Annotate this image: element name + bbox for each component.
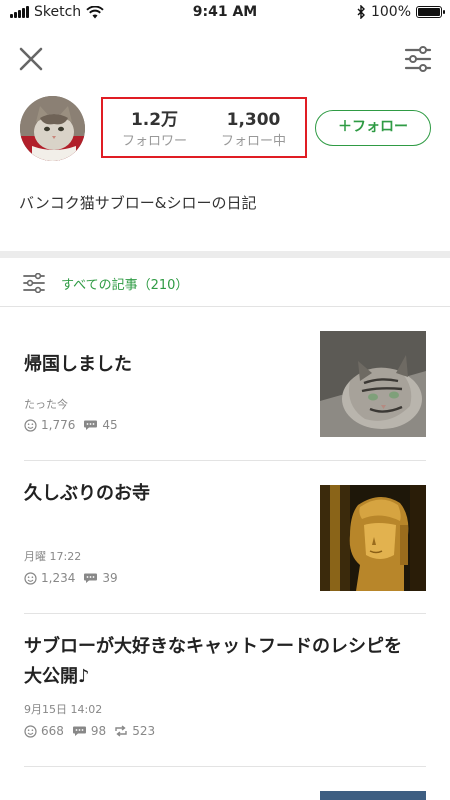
followers-count: 1.2万 bbox=[130, 110, 179, 130]
profile-bio: バンコク猫サブロー&シローの日記 bbox=[19, 194, 257, 212]
like-count: 1,776 bbox=[41, 418, 76, 432]
article-item[interactable]: サブローが大好きなキャットフードのレシピを 大公開♪ 9月15日 14:02 6… bbox=[0, 614, 450, 766]
status-bar: Sketch 9:41 AM 100% bbox=[0, 0, 450, 26]
like-icon bbox=[24, 571, 37, 585]
cat-avatar-image bbox=[20, 96, 85, 161]
article-date: たった今 bbox=[24, 398, 68, 411]
like-icon bbox=[24, 724, 37, 738]
article-thumbnail bbox=[320, 485, 426, 591]
comment-icon bbox=[84, 573, 98, 583]
article-meta: 1,776 45 bbox=[24, 418, 118, 432]
close-icon bbox=[19, 47, 43, 71]
like-count: 1,234 bbox=[41, 571, 76, 585]
battery-percent: 100% bbox=[370, 4, 411, 20]
following-label: フォロー中 bbox=[220, 134, 286, 149]
repost-count: 523 bbox=[132, 724, 156, 738]
comment-count: 39 bbox=[102, 571, 118, 585]
comment-count: 98 bbox=[90, 724, 107, 738]
close-button[interactable] bbox=[18, 46, 44, 72]
sliders-icon bbox=[404, 46, 432, 72]
follow-stats-box: 1.2万 フォロワー 1,300 フォロー中 bbox=[101, 97, 307, 158]
article-item[interactable]: 帰国しました たった今 1,776 45 bbox=[0, 307, 450, 460]
battery-icon bbox=[416, 6, 445, 18]
follow-button[interactable]: ＋フォロー bbox=[315, 110, 431, 146]
article-date: 月曜 17:22 bbox=[24, 550, 82, 563]
article-title-line1: サブローが大好きなキャットフードのレシピを bbox=[24, 636, 402, 657]
comment-icon bbox=[84, 420, 98, 430]
article-title: サブローが大好きなキャットフードのレシピを 大公開♪ bbox=[24, 632, 434, 692]
article-date: 9月15日 14:02 bbox=[24, 703, 103, 716]
article-title-line2: 大公開♪ bbox=[24, 666, 90, 687]
bluetooth-icon bbox=[357, 5, 365, 19]
comment-count: 45 bbox=[102, 418, 118, 432]
next-article-thumbnail bbox=[320, 791, 426, 800]
followers-label: フォロワー bbox=[121, 134, 187, 149]
following-stat[interactable]: 1,300 フォロー中 bbox=[206, 109, 301, 151]
article-meta: 668 98 523 bbox=[24, 724, 155, 738]
followers-stat[interactable]: 1.2万 フォロワー bbox=[107, 109, 202, 151]
section-separator bbox=[0, 251, 450, 258]
following-count: 1,300 bbox=[226, 110, 281, 130]
comment-icon bbox=[72, 726, 86, 736]
article-filter-row[interactable]: すべての記事（210） bbox=[0, 258, 450, 307]
article-item[interactable]: 久しぶりのお寺 月曜 17:22 1,234 39 bbox=[0, 461, 450, 613]
filter-icon bbox=[23, 273, 45, 293]
filter-label: すべての記事（210） bbox=[61, 278, 189, 293]
cat-photo bbox=[320, 331, 426, 437]
repost-icon bbox=[115, 725, 127, 737]
article-divider bbox=[24, 766, 426, 767]
menu-button[interactable] bbox=[404, 46, 432, 72]
status-bar-right: 100% bbox=[357, 4, 445, 20]
like-icon bbox=[24, 418, 37, 432]
article-thumbnail bbox=[320, 331, 426, 437]
avatar[interactable] bbox=[20, 96, 85, 161]
buddha-photo bbox=[320, 485, 426, 591]
article-meta: 1,234 39 bbox=[24, 571, 118, 585]
like-count: 668 bbox=[41, 724, 64, 738]
